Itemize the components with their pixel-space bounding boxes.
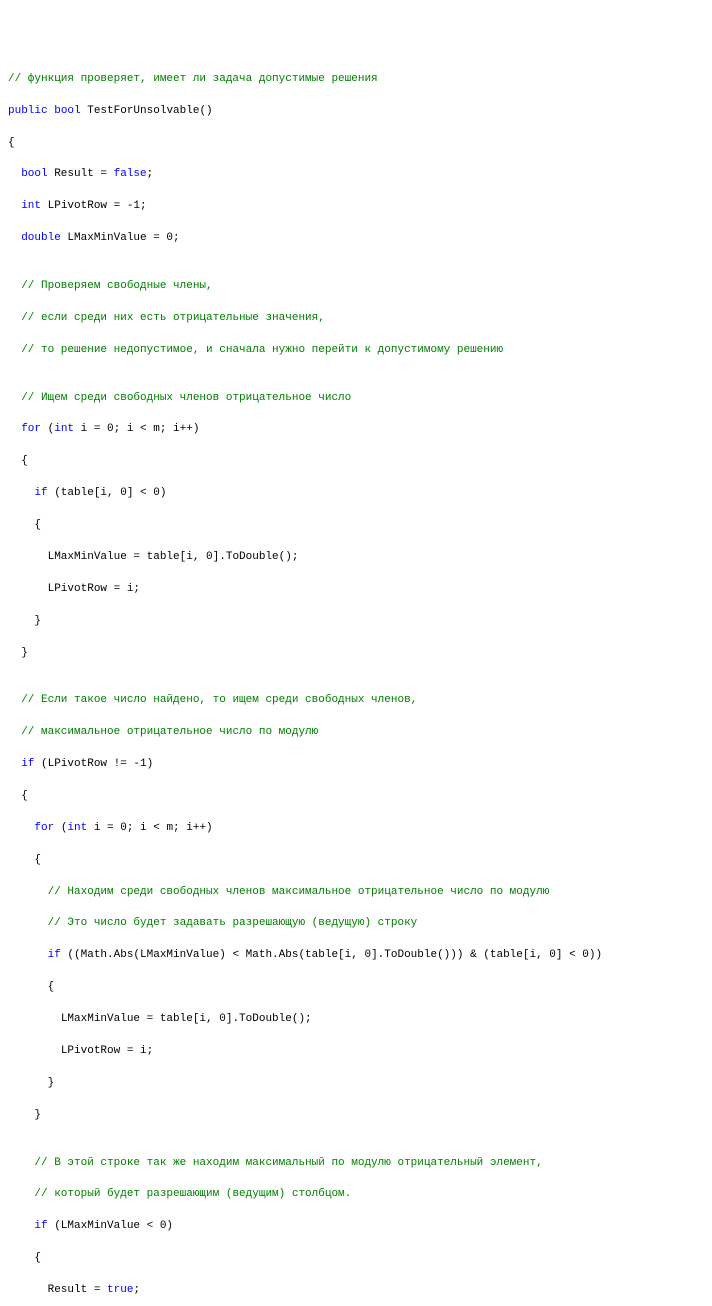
code-line: }: [8, 1108, 712, 1124]
code-line: {: [8, 518, 712, 534]
comment-token: // который будет разрешающим (ведущим) с…: [34, 1188, 351, 1200]
code-token: Result =: [48, 1284, 107, 1296]
keyword-token: false: [114, 168, 147, 180]
code-line: // Находим среди свободных членов максим…: [8, 885, 712, 901]
keyword-token: double: [21, 232, 61, 244]
code-line: LPivotRow = i;: [8, 1044, 712, 1060]
code-line: Result = true;: [8, 1283, 712, 1299]
keyword-token: bool: [54, 105, 80, 117]
code-line: for (int i = 0; i < m; i++): [8, 422, 712, 438]
code-token: {: [48, 981, 55, 993]
code-line: LMaxMinValue = table[i, 0].ToDouble();: [8, 1012, 712, 1028]
code-line: int LPivotRow = -1;: [8, 199, 712, 215]
code-token: (: [41, 423, 54, 435]
keyword-token: true: [107, 1284, 133, 1296]
code-line: for (int i = 0; i < m; i++): [8, 821, 712, 837]
code-token: (LMaxMinValue < 0): [48, 1220, 173, 1232]
code-token: }: [34, 1109, 41, 1121]
code-token: LMaxMinValue = 0;: [61, 232, 180, 244]
code-line: }: [8, 646, 712, 662]
keyword-token: int: [67, 822, 87, 834]
code-token: Result =: [48, 168, 114, 180]
code-line: // если среди них есть отрицательные зна…: [8, 311, 712, 327]
code-line: LPivotRow = i;: [8, 582, 712, 598]
keyword-token: if: [21, 758, 34, 770]
code-line: // Это число будет задавать разрешающую …: [8, 916, 712, 932]
code-line: if (LMaxMinValue < 0): [8, 1219, 712, 1235]
keyword-token: if: [34, 1220, 47, 1232]
code-token: LPivotRow = -1;: [41, 200, 147, 212]
code-token: TestForUnsolvable(): [81, 105, 213, 117]
code-editor[interactable]: // функция проверяет, имеет ли задача до…: [8, 72, 712, 1306]
keyword-token: int: [21, 200, 41, 212]
code-line: bool Result = false;: [8, 167, 712, 183]
code-line: {: [8, 454, 712, 470]
code-line: // Если такое число найдено, то ищем сре…: [8, 693, 712, 709]
code-token: {: [34, 519, 41, 531]
keyword-token: if: [34, 487, 47, 499]
code-token: ;: [133, 1284, 140, 1296]
code-line: if (LPivotRow != -1): [8, 757, 712, 773]
code-line: if ((Math.Abs(LMaxMinValue) < Math.Abs(t…: [8, 948, 712, 964]
code-line: {: [8, 789, 712, 805]
code-token: (table[i, 0] < 0): [48, 487, 167, 499]
keyword-token: for: [34, 822, 54, 834]
code-line: // В этой строке так же находим максимал…: [8, 1156, 712, 1172]
comment-token: // Если такое число найдено, то ищем сре…: [21, 694, 417, 706]
keyword-token: int: [54, 423, 74, 435]
comment-token: // Находим среди свободных членов максим…: [48, 886, 550, 898]
code-line: LMaxMinValue = table[i, 0].ToDouble();: [8, 550, 712, 566]
code-token: {: [21, 455, 28, 467]
code-token: i = 0; i < m; i++): [74, 423, 199, 435]
code-line: }: [8, 1076, 712, 1092]
comment-token: // В этой строке так же находим максимал…: [34, 1157, 542, 1169]
code-token: LMaxMinValue = table[i, 0].ToDouble();: [48, 551, 299, 563]
code-line: // Ищем среди свободных членов отрицател…: [8, 391, 712, 407]
keyword-token: public: [8, 105, 48, 117]
code-token: LPivotRow = i;: [61, 1045, 153, 1057]
code-line: // функция проверяет, имеет ли задача до…: [8, 72, 712, 88]
code-line: {: [8, 136, 712, 152]
comment-token: // максимальное отрицательное число по м…: [21, 726, 318, 738]
code-token: {: [21, 790, 28, 802]
code-token: }: [34, 615, 41, 627]
code-token: LMaxMinValue = table[i, 0].ToDouble();: [61, 1013, 312, 1025]
code-line: }: [8, 614, 712, 630]
code-line: // то решение недопустимое, и сначала ну…: [8, 343, 712, 359]
code-line: {: [8, 853, 712, 869]
code-line: public bool TestForUnsolvable(): [8, 104, 712, 120]
code-token: {: [34, 1252, 41, 1264]
code-line: // максимальное отрицательное число по м…: [8, 725, 712, 741]
keyword-token: for: [21, 423, 41, 435]
code-line: {: [8, 980, 712, 996]
code-token: {: [34, 854, 41, 866]
code-token: ;: [147, 168, 154, 180]
code-token: ((Math.Abs(LMaxMinValue) < Math.Abs(tabl…: [61, 949, 602, 961]
code-line: if (table[i, 0] < 0): [8, 486, 712, 502]
code-line: // Проверяем свободные члены,: [8, 279, 712, 295]
comment-token: // если среди них есть отрицательные зна…: [21, 312, 325, 324]
code-line: // который будет разрешающим (ведущим) с…: [8, 1187, 712, 1203]
keyword-token: bool: [21, 168, 47, 180]
code-token: i = 0; i < m; i++): [87, 822, 212, 834]
code-token: LPivotRow = i;: [48, 583, 140, 595]
comment-token: // Проверяем свободные члены,: [21, 280, 212, 292]
keyword-token: if: [48, 949, 61, 961]
code-line: {: [8, 1251, 712, 1267]
comment-token: // то решение недопустимое, и сначала ну…: [21, 344, 503, 356]
comment-token: // Ищем среди свободных членов отрицател…: [21, 392, 351, 404]
comment-token: // Это число будет задавать разрешающую …: [48, 917, 418, 929]
code-line: double LMaxMinValue = 0;: [8, 231, 712, 247]
comment-token: // функция проверяет, имеет ли задача до…: [8, 73, 378, 85]
code-token: (LPivotRow != -1): [34, 758, 153, 770]
code-token: }: [48, 1077, 55, 1089]
code-token: {: [8, 137, 15, 149]
code-token: (: [54, 822, 67, 834]
